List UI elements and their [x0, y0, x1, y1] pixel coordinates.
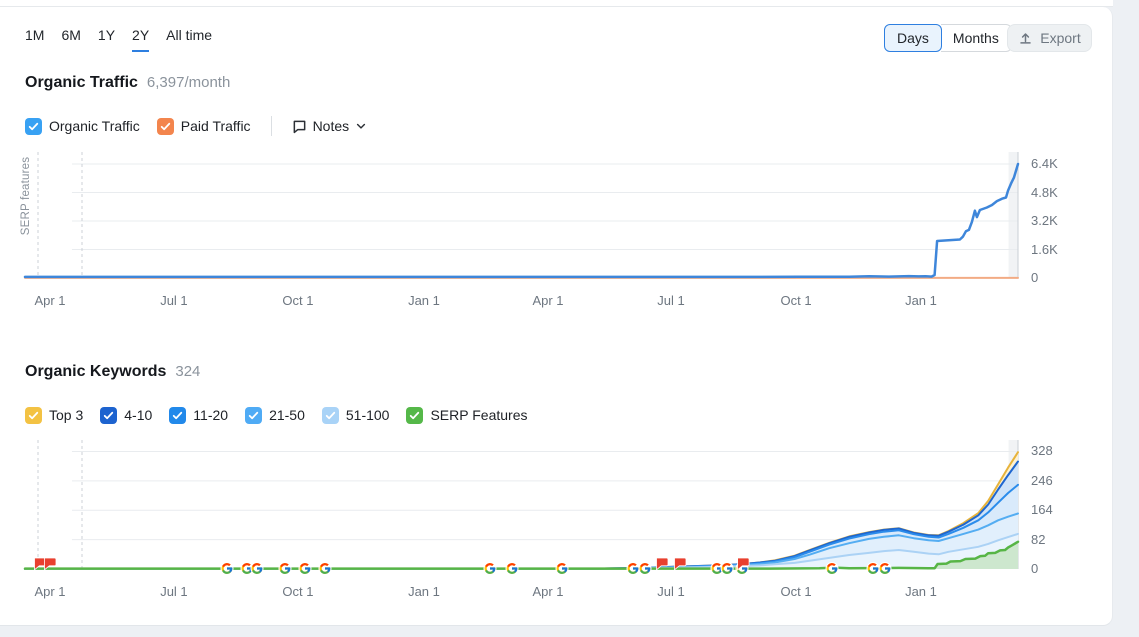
x-tick-label: Jul 1: [144, 584, 204, 599]
legend-divider: [271, 116, 272, 136]
keywords-legend-checkbox-4-10[interactable]: 4-10: [100, 407, 152, 424]
x-tick-label: Jan 1: [891, 584, 951, 599]
x-tick-label: Jul 1: [641, 584, 701, 599]
keywords-legend-checkbox-label: Top 3: [49, 407, 83, 423]
keywords-legend: Top 3 4-10 11-20 21-50 51-100 SERP Features: [25, 405, 527, 425]
date-range-tabs: 1M 6M 1Y 2Y All time: [25, 26, 212, 52]
y-tick-label: 328: [1031, 443, 1075, 458]
keywords-legend-checkbox-label: 11-20: [193, 407, 228, 423]
chevron-down-icon: [355, 120, 367, 132]
traffic-chart[interactable]: 01.6K3.2K4.8K6.4KApr 1Jul 1Oct 1Jan 1Apr…: [25, 152, 1018, 278]
x-tick-label: Apr 1: [20, 293, 80, 308]
x-tick-label: Oct 1: [766, 293, 826, 308]
keywords-legend-checkbox-label: 21-50: [269, 407, 305, 423]
y-tick-label: 4.8K: [1031, 185, 1075, 200]
google-update-icon[interactable]: [826, 562, 839, 575]
x-tick-label: Jan 1: [394, 584, 454, 599]
google-update-icon[interactable]: [506, 562, 519, 575]
keywords-legend-checkbox-serp-features[interactable]: SERP Features: [406, 407, 527, 424]
traffic-legend-checkbox-label: Organic Traffic: [49, 118, 140, 134]
organic-keywords-title: Organic Keywords 324: [25, 363, 200, 381]
traffic-legend-checkbox-organic-traffic[interactable]: Organic Traffic: [25, 118, 140, 135]
notes-icon: [292, 119, 307, 134]
y-tick-label: 164: [1031, 502, 1075, 517]
google-update-icon[interactable]: [879, 562, 892, 575]
top-card-edge: [0, 0, 1113, 7]
google-update-icon[interactable]: [279, 562, 292, 575]
keywords-legend-checkbox-51-100[interactable]: 51-100: [322, 407, 390, 424]
x-tick-label: Oct 1: [268, 584, 328, 599]
y-tick-label: 6.4K: [1031, 156, 1075, 171]
serp-features-axis-label: SERP features: [20, 141, 32, 251]
keywords-legend-checkbox-label: 4-10: [124, 407, 152, 423]
range-tab-2y[interactable]: 2Y: [132, 26, 149, 52]
x-tick-label: Apr 1: [20, 584, 80, 599]
range-tab-1y[interactable]: 1Y: [98, 26, 115, 52]
organic-keywords-title-text: Organic Keywords: [25, 363, 166, 380]
checkbox-checked-icon: [406, 407, 423, 424]
traffic-legend: Organic Traffic Paid Traffic Notes: [25, 116, 367, 136]
organic-traffic-title-text: Organic Traffic: [25, 74, 138, 91]
export-button[interactable]: Export: [1007, 24, 1092, 52]
google-update-icon[interactable]: [221, 562, 234, 575]
keywords-legend-checkbox-label: 51-100: [346, 407, 390, 423]
traffic-legend-checkbox-paid-traffic[interactable]: Paid Traffic: [157, 118, 251, 135]
keywords-legend-checkbox-top-3[interactable]: Top 3: [25, 407, 83, 424]
y-tick-label: 0: [1031, 270, 1075, 285]
notes-dropdown[interactable]: Notes: [292, 118, 368, 134]
x-tick-label: Apr 1: [518, 584, 578, 599]
x-tick-label: Oct 1: [268, 293, 328, 308]
google-update-icon[interactable]: [299, 562, 312, 575]
organic-traffic-value: 6,397/month: [147, 74, 230, 91]
checkbox-checked-icon: [169, 407, 186, 424]
range-tab-1m[interactable]: 1M: [25, 26, 44, 52]
series-line-organic-traffic: [25, 164, 1018, 277]
granularity-months-button[interactable]: Months: [941, 24, 1012, 52]
checkbox-checked-icon: [157, 118, 174, 135]
checkbox-checked-icon: [25, 407, 42, 424]
export-label: Export: [1040, 30, 1080, 46]
export-upload-icon: [1018, 31, 1033, 46]
x-tick-label: Jul 1: [641, 293, 701, 308]
google-update-icon[interactable]: [627, 562, 640, 575]
x-tick-label: Jan 1: [394, 293, 454, 308]
y-tick-label: 0: [1031, 561, 1075, 576]
traffic-legend-checkbox-label: Paid Traffic: [181, 118, 251, 134]
keywords-chart[interactable]: 082164246328Apr 1Jul 1Oct 1Jan 1Apr 1Jul…: [25, 440, 1018, 569]
granularity-toggle: DaysMonths: [884, 24, 1012, 52]
analytics-page: 1M 6M 1Y 2Y All time DaysMonths Export Organ…: [0, 0, 1139, 637]
x-tick-label: Jan 1: [891, 293, 951, 308]
x-tick-label: Jul 1: [144, 293, 204, 308]
range-tab-6m[interactable]: 6M: [61, 26, 80, 52]
google-update-icon[interactable]: [484, 562, 497, 575]
checkbox-checked-icon: [322, 407, 339, 424]
keywords-legend-checkbox-label: SERP Features: [430, 407, 527, 423]
granularity-days-button[interactable]: Days: [884, 24, 942, 52]
organic-keywords-count: 324: [175, 363, 200, 380]
x-tick-label: Oct 1: [766, 584, 826, 599]
range-tab-all-time[interactable]: All time: [166, 26, 212, 52]
y-tick-label: 246: [1031, 473, 1075, 488]
notes-label: Notes: [313, 118, 350, 134]
checkbox-checked-icon: [25, 118, 42, 135]
keywords-legend-checkbox-21-50[interactable]: 21-50: [245, 407, 305, 424]
keywords-legend-checkbox-11-20[interactable]: 11-20: [169, 407, 228, 424]
checkbox-checked-icon: [100, 407, 117, 424]
x-tick-label: Apr 1: [518, 293, 578, 308]
organic-traffic-title: Organic Traffic 6,397/month: [25, 74, 230, 92]
google-update-icon[interactable]: [867, 562, 880, 575]
google-update-icon[interactable]: [639, 562, 652, 575]
y-tick-label: 3.2K: [1031, 213, 1075, 228]
google-update-icon[interactable]: [721, 562, 734, 575]
google-update-icon[interactable]: [556, 562, 569, 575]
google-update-icon[interactable]: [251, 562, 264, 575]
google-update-icon[interactable]: [319, 562, 332, 575]
y-tick-label: 82: [1031, 532, 1075, 547]
checkbox-checked-icon: [245, 407, 262, 424]
y-tick-label: 1.6K: [1031, 242, 1075, 257]
